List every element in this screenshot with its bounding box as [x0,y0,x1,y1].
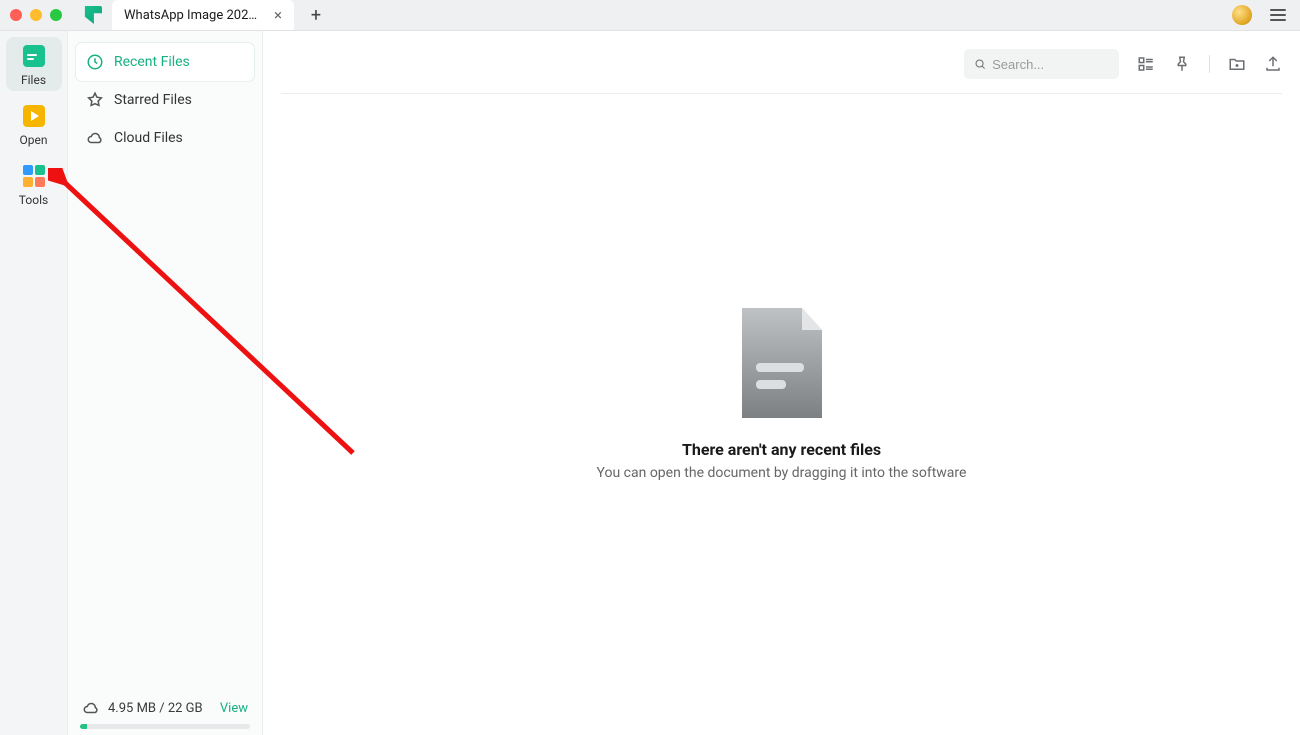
star-icon [86,91,104,109]
rail-label-files: Files [21,73,46,87]
content-area: There aren't any recent files You can op… [263,31,1300,735]
titlebar: WhatsApp Image 2024-0… × + [0,0,1300,31]
rail-item-open[interactable]: Open [6,97,62,151]
rail-label-open: Open [20,133,48,147]
cloud-storage-icon [82,699,100,717]
empty-subtitle: You can open the document by dragging it… [597,465,967,481]
app-body: Files Open Tools Recent Files Starred Fi… [0,31,1300,735]
rail-item-files[interactable]: Files [6,37,62,91]
rail-label-tools: Tools [19,193,48,207]
toolbar-separator [1209,55,1210,73]
cloud-icon [86,129,104,147]
user-avatar[interactable] [1232,5,1252,25]
search-icon [974,57,986,71]
sidepanel-item-cloud[interactable]: Cloud Files [76,119,254,157]
sidepanel-label-recent: Recent Files [114,54,190,70]
maximize-window-button[interactable] [50,9,62,21]
close-tab-icon[interactable]: × [274,6,282,24]
rail-item-tools[interactable]: Tools [6,157,62,211]
view-mode-icon[interactable] [1137,55,1155,73]
empty-title: There aren't any recent files [682,440,881,459]
window-controls [10,9,62,21]
app-logo-icon [84,6,102,24]
main-menu-button[interactable] [1270,9,1286,21]
new-folder-icon[interactable] [1228,55,1246,73]
search-input[interactable] [992,57,1109,72]
upload-icon[interactable] [1264,55,1282,73]
minimize-window-button[interactable] [30,9,42,21]
files-icon [23,45,45,67]
sidepanel-label-starred: Starred Files [114,92,192,108]
tools-icon [23,165,45,187]
sidepanel-item-starred[interactable]: Starred Files [76,81,254,119]
storage-readout: 4.95 MB / 22 GB View [76,693,254,727]
storage-usage: 4.95 MB / 22 GB [108,701,203,716]
new-tab-button[interactable]: + [304,5,328,26]
sidepanel-label-cloud: Cloud Files [114,130,183,146]
storage-bar [80,724,250,729]
empty-document-icon [736,308,828,418]
nav-rail: Files Open Tools [0,31,68,735]
close-window-button[interactable] [10,9,22,21]
pin-icon[interactable] [1173,55,1191,73]
side-panel: Recent Files Starred Files Cloud Files 4… [68,31,263,735]
sidepanel-item-recent[interactable]: Recent Files [76,43,254,81]
empty-state: There aren't any recent files You can op… [281,74,1282,715]
clock-icon [86,53,104,71]
document-tab[interactable]: WhatsApp Image 2024-0… × [112,0,294,30]
open-icon [23,105,45,127]
app-home-tab[interactable] [74,0,112,30]
storage-view-link[interactable]: View [220,701,248,716]
document-tab-title: WhatsApp Image 2024-0… [124,8,264,23]
